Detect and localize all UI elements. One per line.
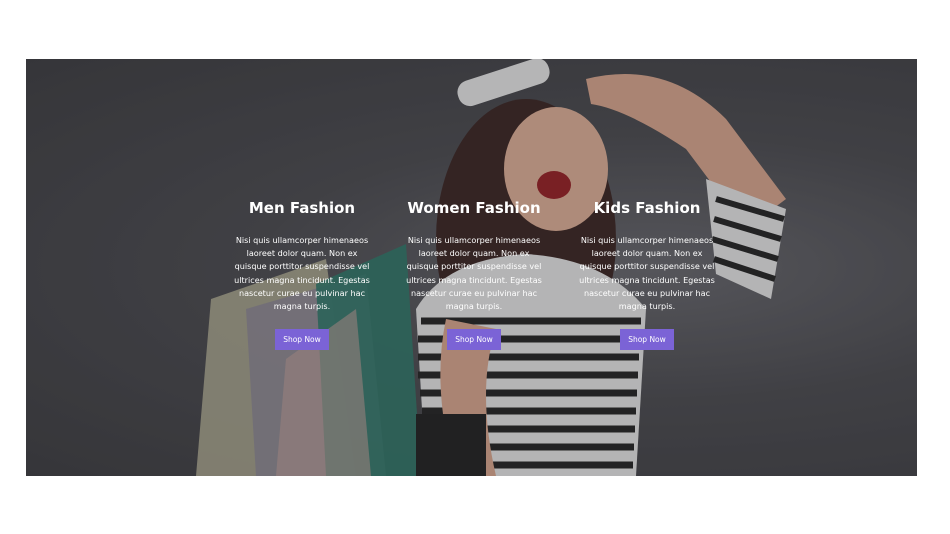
shop-now-button[interactable]: Shop Now — [275, 329, 329, 351]
category-description: Nisi quis ullamcorper himenaeos laoreet … — [579, 235, 715, 312]
shop-now-button[interactable]: Shop Now — [447, 329, 501, 351]
category-title: Men Fashion — [248, 199, 356, 217]
hero-section: Men Fashion Nisi quis ullamcorper himena… — [26, 59, 917, 476]
category-title: Kids Fashion — [593, 199, 701, 217]
category-kids: Kids Fashion Nisi quis ullamcorper himen… — [572, 199, 722, 351]
category-title: Women Fashion — [407, 199, 541, 217]
shop-now-button[interactable]: Shop Now — [620, 329, 674, 351]
category-women: Women Fashion Nisi quis ullamcorper hime… — [399, 199, 549, 351]
category-description: Nisi quis ullamcorper himenaeos laoreet … — [406, 235, 542, 312]
category-description: Nisi quis ullamcorper himenaeos laoreet … — [234, 235, 370, 312]
category-men: Men Fashion Nisi quis ullamcorper himena… — [227, 199, 377, 351]
